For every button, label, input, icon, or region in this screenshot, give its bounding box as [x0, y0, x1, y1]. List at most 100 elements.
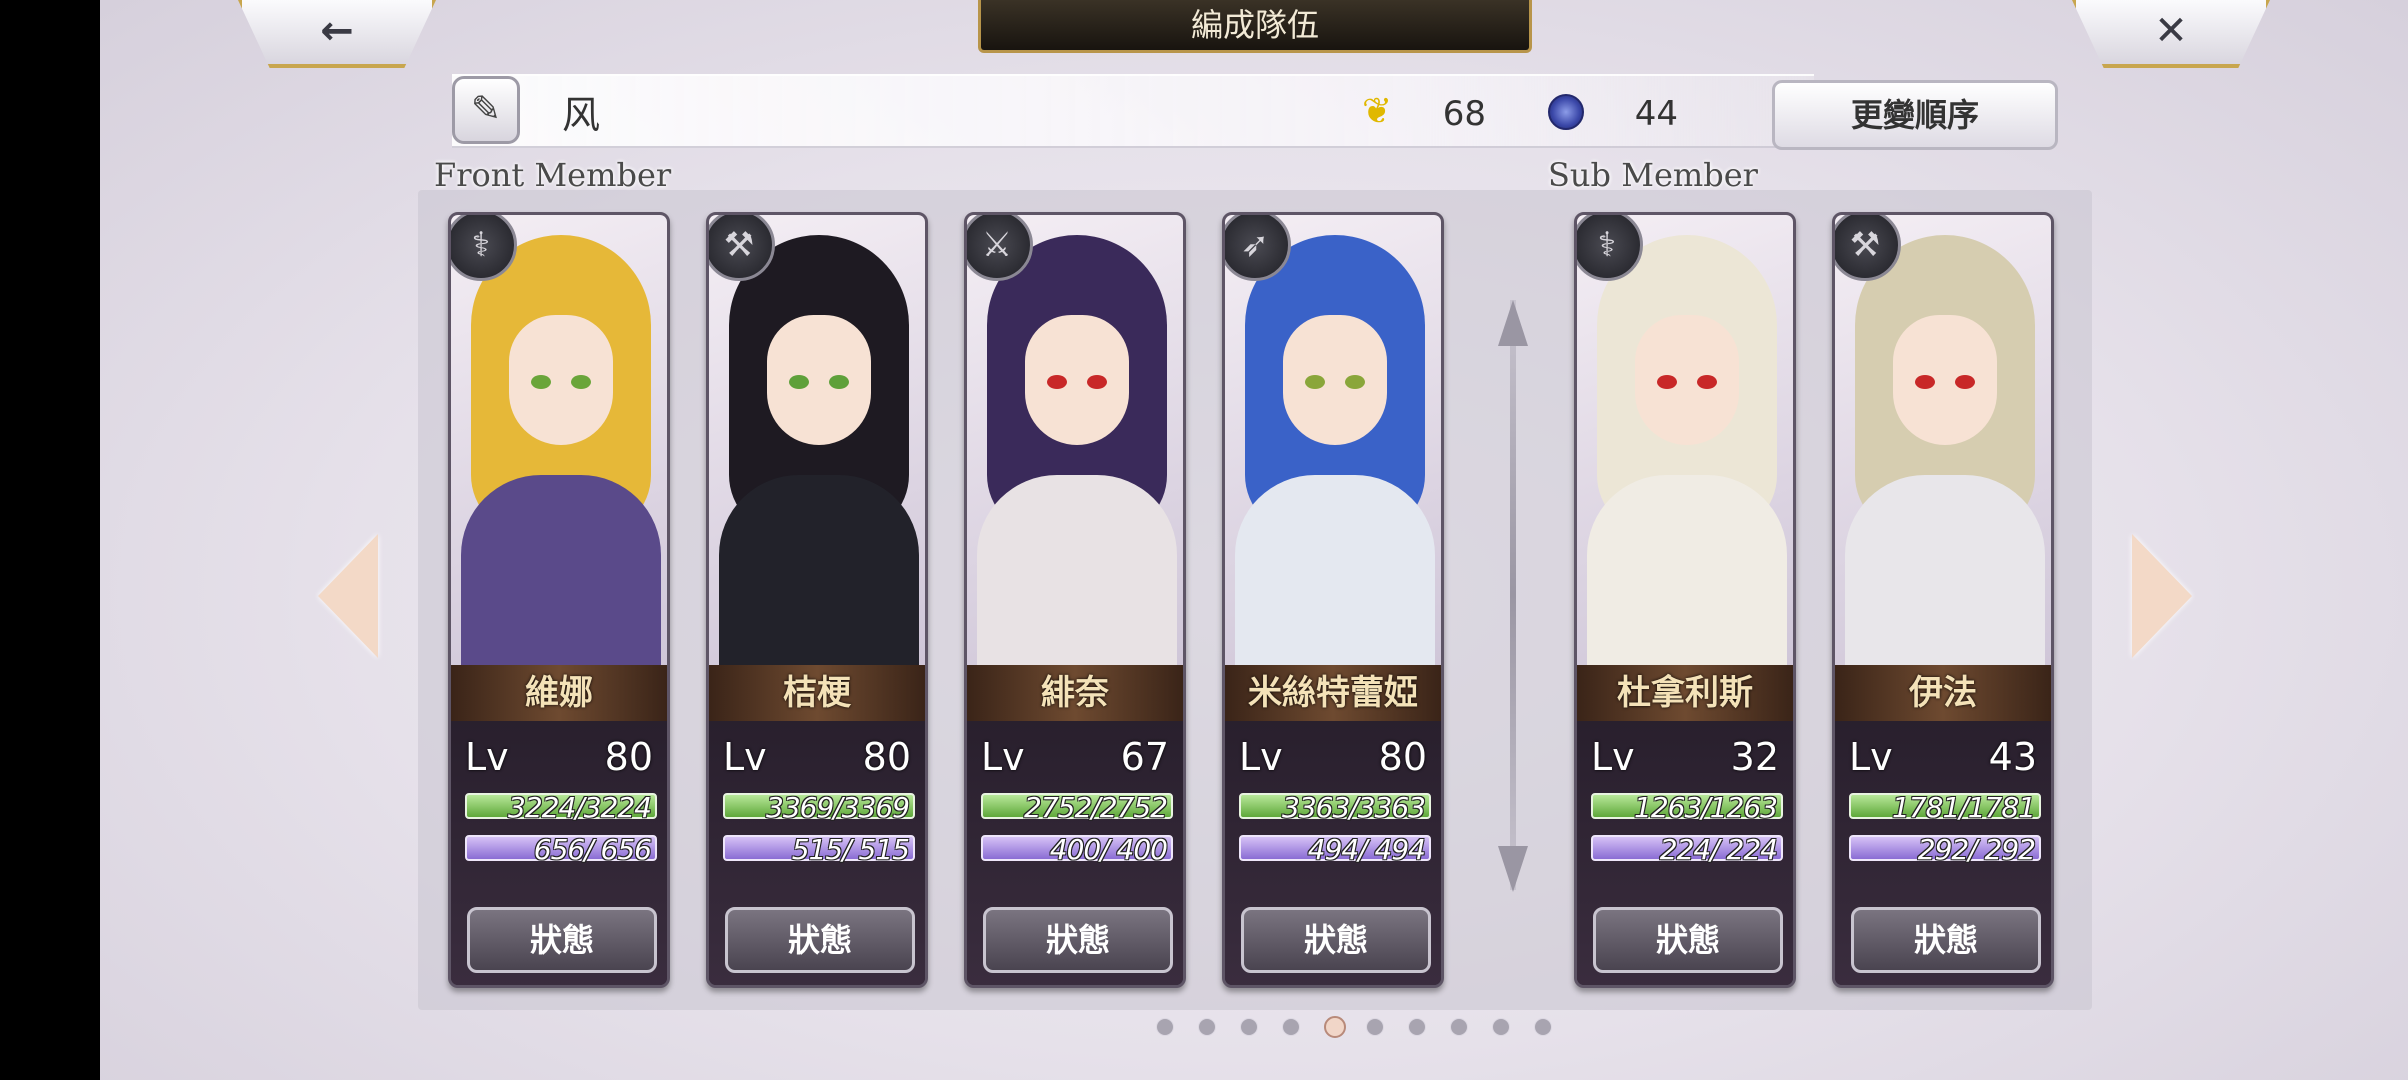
- character-face: [1893, 315, 1997, 445]
- mp-bar: 224/ 224: [1591, 833, 1783, 866]
- front-member-card[interactable]: ⚒ 桔梗 Lv 80 3369/3369 515/ 515 狀態: [706, 212, 928, 988]
- page-dot[interactable]: [1282, 1018, 1300, 1036]
- feather-icon: ❦: [1362, 91, 1393, 132]
- page-dot[interactable]: [1324, 1016, 1346, 1038]
- page-dot[interactable]: [1366, 1018, 1384, 1036]
- hp-value: 2752/2752: [1024, 791, 1168, 824]
- page-dot[interactable]: [1156, 1018, 1174, 1036]
- mp-value: 292/ 292: [1917, 833, 2036, 866]
- level-value: 80: [1378, 735, 1427, 779]
- page-dot[interactable]: [1240, 1018, 1258, 1036]
- front-member-card[interactable]: ➶ 米絲特蕾婭 Lv 80 3363/3363 494/ 494 狀態: [1222, 212, 1444, 988]
- character-outfit: [1235, 475, 1435, 675]
- character-face: [1283, 315, 1387, 445]
- party-formation-screen: ← 編成隊伍 ✕ ✎ 风 ❦ 68 44 更變順序 Front Member S…: [100, 0, 2408, 1080]
- hp-bar: 2752/2752: [981, 791, 1173, 824]
- hp-bar: 1263/1263: [1591, 791, 1783, 824]
- status-button[interactable]: 狀態: [1593, 907, 1783, 973]
- page-title: 編成隊伍: [978, 0, 1532, 53]
- level-value: 67: [1120, 735, 1169, 779]
- character-portrait: [1577, 215, 1793, 675]
- back-arrow-icon: ←: [320, 8, 354, 54]
- page-dot[interactable]: [1534, 1018, 1552, 1036]
- hp-value: 3363/3363: [1282, 791, 1426, 824]
- character-eye: [1305, 375, 1325, 389]
- character-stats: Lv 80 3363/3363 494/ 494 狀態: [1225, 721, 1441, 985]
- page-dot[interactable]: [1408, 1018, 1426, 1036]
- level-value: 80: [862, 735, 911, 779]
- pen-icon: ✎: [470, 89, 502, 130]
- character-eye: [1955, 375, 1975, 389]
- character-eye: [571, 375, 591, 389]
- character-stats: Lv 80 3224/3224 656/ 656 狀態: [451, 721, 667, 985]
- character-face: [1025, 315, 1129, 445]
- party-name: 风: [562, 93, 601, 137]
- status-button[interactable]: 狀態: [1241, 907, 1431, 973]
- character-face: [767, 315, 871, 445]
- sub-member-card[interactable]: ⚕ 杜拿利斯 Lv 32 1263/1263 224/ 224 狀態: [1574, 212, 1796, 988]
- mp-value: 515/ 515: [791, 833, 910, 866]
- back-button[interactable]: ←: [238, 0, 436, 68]
- level-value: 43: [1988, 735, 2037, 779]
- character-stats: Lv 67 2752/2752 400/ 400 狀態: [967, 721, 1183, 985]
- character-stats: Lv 80 3369/3369 515/ 515 狀態: [709, 721, 925, 985]
- character-outfit: [461, 475, 661, 675]
- character-name: 維娜: [451, 665, 667, 721]
- close-button[interactable]: ✕: [2072, 0, 2270, 68]
- character-face: [509, 315, 613, 445]
- reorder-button[interactable]: 更變順序: [1772, 80, 2058, 150]
- hp-value: 3369/3369: [766, 791, 910, 824]
- divider-top-ornament: [1498, 300, 1528, 346]
- character-outfit: [719, 475, 919, 675]
- previous-party-arrow-icon[interactable]: [318, 534, 378, 658]
- level-label: Lv: [981, 735, 1025, 779]
- status-button[interactable]: 狀態: [1851, 907, 2041, 973]
- character-name: 緋奈: [967, 665, 1183, 721]
- level-value: 80: [604, 735, 653, 779]
- mp-value: 494/ 494: [1307, 833, 1426, 866]
- character-eye: [531, 375, 551, 389]
- character-eye: [1657, 375, 1677, 389]
- character-outfit: [1845, 475, 2045, 675]
- level-label: Lv: [1591, 735, 1635, 779]
- status-button[interactable]: 狀態: [725, 907, 915, 973]
- character-face: [1635, 315, 1739, 445]
- character-name: 伊法: [1835, 665, 2051, 721]
- status-button[interactable]: 狀態: [983, 907, 1173, 973]
- sub-member-card[interactable]: ⚒ 伊法 Lv 43 1781/1781 292/ 292 狀態: [1832, 212, 2054, 988]
- status-button[interactable]: 狀態: [467, 907, 657, 973]
- mp-bar: 400/ 400: [981, 833, 1173, 866]
- character-outfit: [1587, 475, 1787, 675]
- mp-value: 224/ 224: [1659, 833, 1778, 866]
- character-eye: [1915, 375, 1935, 389]
- character-portrait: [967, 215, 1183, 675]
- hp-bar: 1781/1781: [1849, 791, 2041, 824]
- character-portrait: [1225, 215, 1441, 675]
- character-stats: Lv 43 1781/1781 292/ 292 狀態: [1835, 721, 2051, 985]
- character-eye: [1047, 375, 1067, 389]
- page-dot[interactable]: [1492, 1018, 1510, 1036]
- hp-bar: 3363/3363: [1239, 791, 1431, 824]
- front-member-card[interactable]: ⚔ 緋奈 Lv 67 2752/2752 400/ 400 狀態: [964, 212, 1186, 988]
- page-dot[interactable]: [1450, 1018, 1468, 1036]
- character-portrait: [709, 215, 925, 675]
- mp-bar: 515/ 515: [723, 833, 915, 866]
- edit-party-name-button[interactable]: ✎: [452, 76, 520, 144]
- mp-bar: 494/ 494: [1239, 833, 1431, 866]
- sub-member-label: Sub Member: [1548, 156, 1758, 194]
- front-member-card[interactable]: ⚕ 維娜 Lv 80 3224/3224 656/ 656 狀態: [448, 212, 670, 988]
- mp-bar: 292/ 292: [1849, 833, 2041, 866]
- next-party-arrow-icon[interactable]: [2132, 534, 2192, 658]
- divider-bottom-ornament: [1498, 846, 1528, 892]
- member-divider: [1510, 300, 1516, 890]
- character-eye: [789, 375, 809, 389]
- mp-bar: 656/ 656: [465, 833, 657, 866]
- hp-value: 1263/1263: [1634, 791, 1778, 824]
- hp-value: 3224/3224: [508, 791, 652, 824]
- hp-bar: 3224/3224: [465, 791, 657, 824]
- level-value: 32: [1730, 735, 1779, 779]
- character-name: 桔梗: [709, 665, 925, 721]
- hp-value: 1781/1781: [1892, 791, 2036, 824]
- orb-count: 44: [1634, 94, 1678, 134]
- page-dot[interactable]: [1198, 1018, 1216, 1036]
